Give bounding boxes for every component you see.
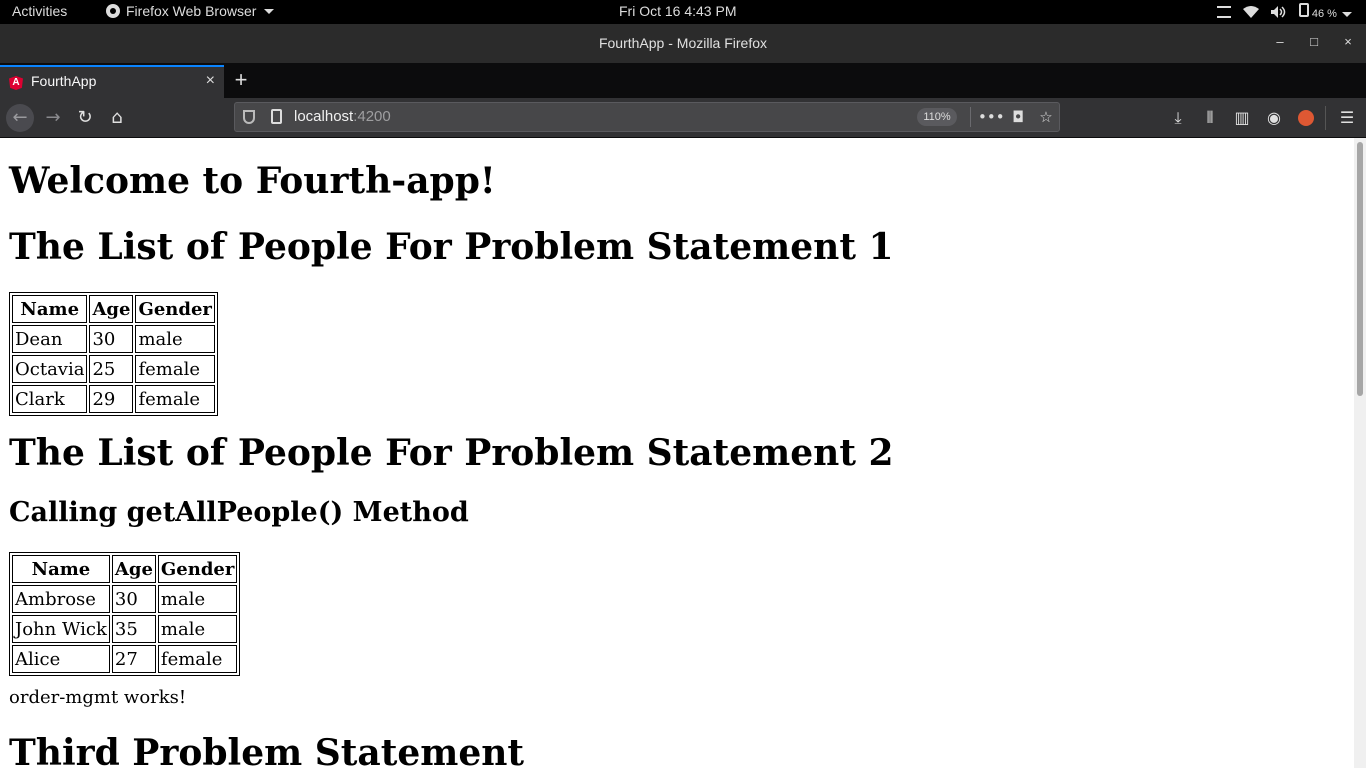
minimize-button[interactable]: – xyxy=(1272,34,1288,49)
urlbar-separator xyxy=(970,107,971,127)
order-mgmt-text: order-mgmt works! xyxy=(9,687,187,708)
battery-indicator: 46 % xyxy=(1298,3,1352,20)
ps3-heading: Third Problem Statement xyxy=(9,732,525,768)
system-top-bar: Activities Firefox Web Browser Fri Oct 1… xyxy=(0,0,1366,24)
toolbar-separator xyxy=(1325,106,1326,130)
cell-name: Clark xyxy=(12,385,88,413)
cell-gender: male xyxy=(157,585,238,613)
notes-icon[interactable] xyxy=(1216,5,1231,18)
col-gender-header: Gender xyxy=(157,555,238,583)
col-name-header: Name xyxy=(12,295,88,323)
url-host: localhost xyxy=(294,108,354,125)
cell-age: 25 xyxy=(89,355,134,383)
nav-toolbar: ← → ↻ ⌂ localhost:4200 110% ••• ◘ ☆ ⤓ ⫴ … xyxy=(0,98,1366,138)
new-tab-button[interactable]: + xyxy=(230,63,252,96)
tab-close-button[interactable]: × xyxy=(206,72,215,90)
cell-gender: female xyxy=(135,385,215,413)
reload-button[interactable]: ↻ xyxy=(71,104,99,132)
battery-percent: 46 % xyxy=(1311,8,1337,20)
duckduckgo-extension-icon[interactable] xyxy=(1292,104,1320,132)
window-titlebar: FourthApp - Mozilla Firefox – □ × xyxy=(0,24,1366,63)
people-table-2: Name Age Gender Ambrose 30 male John Wic… xyxy=(9,552,241,676)
people-table-1: Name Age Gender Dean 30 male Octavia 25 … xyxy=(9,292,218,416)
table-header-row: Name Age Gender xyxy=(12,555,238,583)
window-title: FourthApp - Mozilla Firefox xyxy=(598,35,768,51)
ps2-heading: The List of People For Problem Statement… xyxy=(9,432,894,474)
page-info-icon[interactable] xyxy=(271,109,282,124)
home-button[interactable]: ⌂ xyxy=(103,104,131,132)
table-row: John Wick 35 male xyxy=(12,615,238,643)
cell-gender: male xyxy=(135,325,215,353)
system-tray[interactable]: 46 % xyxy=(1216,3,1352,20)
cell-gender: female xyxy=(157,645,238,673)
activities-button[interactable]: Activities xyxy=(12,3,67,19)
chevron-down-icon xyxy=(1342,12,1352,17)
cell-age: 30 xyxy=(89,325,134,353)
cell-name: John Wick xyxy=(12,615,110,643)
close-window-button[interactable]: × xyxy=(1340,34,1356,49)
cell-name: Octavia xyxy=(12,355,88,383)
bookmark-star-icon[interactable]: ☆ xyxy=(1034,105,1058,129)
table-row: Dean 30 male xyxy=(12,325,215,353)
hamburger-menu-icon[interactable]: ☰ xyxy=(1333,104,1361,132)
table-row: Alice 27 female xyxy=(12,645,238,673)
url-port: :4200 xyxy=(353,108,391,125)
table-row: Clark 29 female xyxy=(12,385,215,413)
volume-icon xyxy=(1270,5,1286,18)
cell-age: 27 xyxy=(111,645,156,673)
url-text[interactable]: localhost:4200 xyxy=(294,108,391,125)
cell-gender: male xyxy=(157,615,238,643)
angular-favicon-icon: A xyxy=(9,76,23,90)
page-actions-button[interactable]: ••• xyxy=(978,105,1005,129)
forward-button[interactable]: → xyxy=(39,104,67,132)
tracking-protection-shield-icon[interactable] xyxy=(243,110,255,124)
chevron-down-icon xyxy=(264,8,275,14)
cell-age: 35 xyxy=(111,615,156,643)
cell-age: 30 xyxy=(111,585,156,613)
account-icon[interactable]: ◉ xyxy=(1260,104,1288,132)
zoom-indicator[interactable]: 110% xyxy=(917,108,957,126)
sidebar-icon[interactable]: ▥ xyxy=(1228,104,1256,132)
app-menu-label: Firefox Web Browser xyxy=(126,3,257,19)
cell-name: Alice xyxy=(12,645,110,673)
library-icon[interactable]: ⫴ xyxy=(1196,104,1224,132)
cell-gender: female xyxy=(135,355,215,383)
table-row: Octavia 25 female xyxy=(12,355,215,383)
wifi-icon xyxy=(1242,5,1259,18)
col-age-header: Age xyxy=(89,295,134,323)
back-button[interactable]: ← xyxy=(6,104,34,132)
col-name-header: Name xyxy=(12,555,110,583)
downloads-icon[interactable]: ⤓ xyxy=(1164,104,1192,132)
col-gender-header: Gender xyxy=(135,295,215,323)
clock[interactable]: Fri Oct 16 4:43 PM xyxy=(619,3,736,19)
cell-name: Ambrose xyxy=(12,585,110,613)
table-header-row: Name Age Gender xyxy=(12,295,215,323)
firefox-icon xyxy=(106,4,120,18)
maximize-button[interactable]: □ xyxy=(1306,34,1322,49)
page-content: Welcome to Fourth-app! The List of Peopl… xyxy=(0,138,1354,768)
url-bar[interactable]: localhost:4200 110% ••• ◘ ☆ xyxy=(234,102,1060,132)
get-all-people-subheading: Calling getAllPeople() Method xyxy=(9,497,469,528)
scrollbar-thumb[interactable] xyxy=(1357,142,1363,396)
cell-age: 29 xyxy=(89,385,134,413)
tab-fourthapp[interactable]: A FourthApp × xyxy=(0,65,224,98)
cell-name: Dean xyxy=(12,325,88,353)
tab-label: FourthApp xyxy=(31,73,97,89)
welcome-heading: Welcome to Fourth-app! xyxy=(9,160,496,202)
page-scrollbar[interactable] xyxy=(1354,138,1366,768)
pocket-icon[interactable]: ◘ xyxy=(1006,105,1030,129)
battery-icon xyxy=(1298,3,1309,17)
tab-strip: A FourthApp × xyxy=(0,63,1366,98)
col-age-header: Age xyxy=(111,555,156,583)
ps1-heading: The List of People For Problem Statement… xyxy=(9,226,894,268)
table-row: Ambrose 30 male xyxy=(12,585,238,613)
app-menu[interactable]: Firefox Web Browser xyxy=(106,3,275,19)
